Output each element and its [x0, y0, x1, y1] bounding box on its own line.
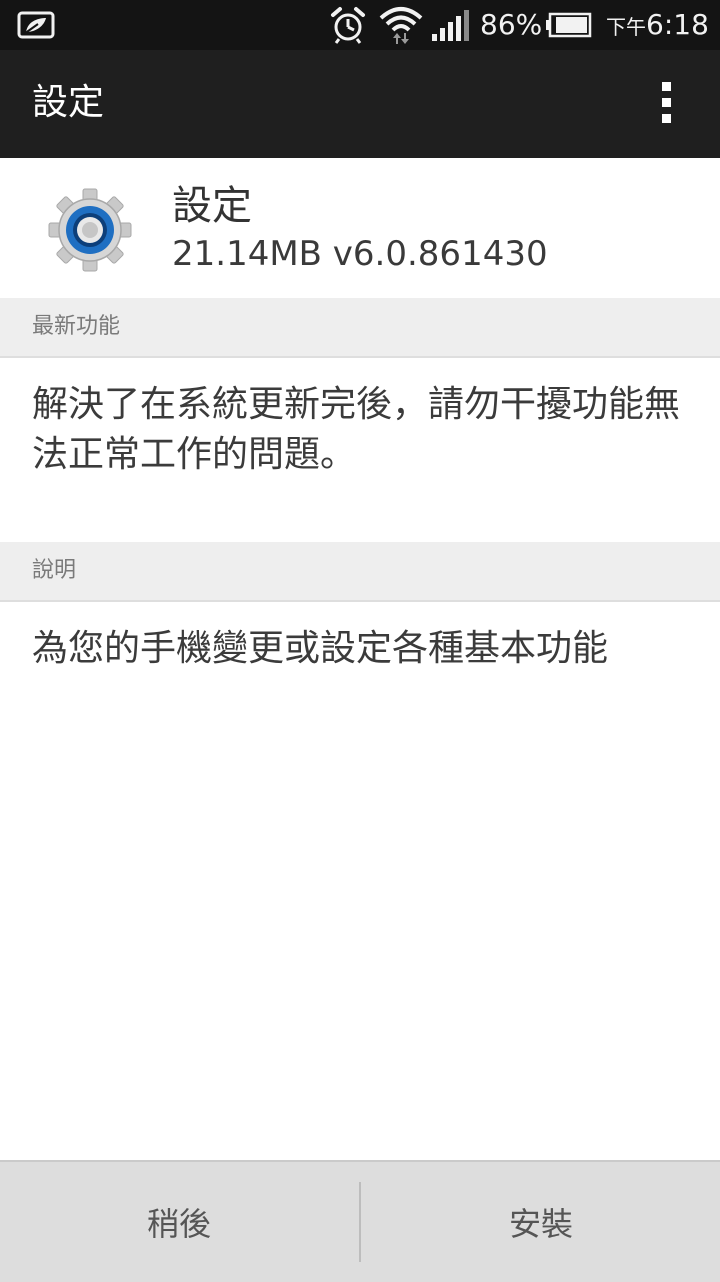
later-button[interactable]: 稍後: [0, 1162, 358, 1282]
description-header: 說明: [0, 542, 720, 602]
description-header-label: 說明: [32, 558, 77, 583]
app-size-version: 21.14MB v6.0.861430: [172, 234, 548, 274]
power-saver-leaf-icon: [17, 11, 55, 39]
battery-percent: 86%: [480, 8, 543, 41]
status-bar: 86% 下午6:18: [0, 0, 720, 50]
alarm-clock-icon: [331, 7, 365, 44]
clock-time: 6:18: [646, 8, 709, 41]
cell-signal-icon: [432, 10, 469, 41]
wifi-icon: [379, 7, 423, 44]
button-divider: [359, 1182, 361, 1262]
bottom-action-bar: 稍後 安裝: [0, 1160, 720, 1282]
app-name: 設定: [172, 183, 252, 229]
app-bar-title: 設定: [32, 82, 105, 123]
whats-new-text: 解決了在系統更新完後，請勿干擾功能無法正常工作的問題。: [32, 384, 681, 475]
app-bar: 設定: [0, 50, 720, 158]
clock: 下午6:18: [606, 8, 709, 44]
battery-icon: [546, 12, 592, 38]
overflow-menu-icon[interactable]: [650, 80, 684, 126]
clock-period: 下午: [606, 15, 646, 39]
description-text: 為您的手機變更或設定各種基本功能: [32, 628, 609, 669]
gear-icon: [48, 188, 132, 272]
whats-new-header-label: 最新功能: [32, 314, 121, 339]
whats-new-header: 最新功能: [0, 298, 720, 358]
app-info-header: 設定 21.14MB v6.0.861430: [0, 158, 720, 298]
install-button[interactable]: 安裝: [362, 1162, 720, 1282]
